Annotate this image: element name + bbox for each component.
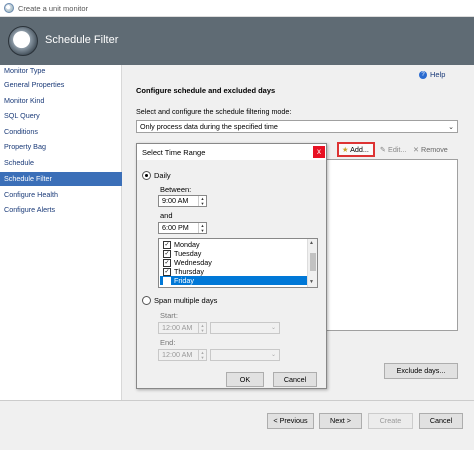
page-title: Schedule Filter	[45, 34, 119, 46]
between-time-value: 9:00 AM	[162, 196, 189, 205]
spin-arrows-icon[interactable]: ▲ ▼	[198, 323, 206, 333]
add-button[interactable]: ★ Add...	[337, 142, 375, 157]
start-time-picker[interactable]: 12:00 AM ▲ ▼	[158, 322, 207, 334]
spin-arrows-icon[interactable]: ▲ ▼	[198, 196, 206, 206]
dialog-close-button[interactable]: x	[313, 146, 325, 158]
add-label: Add...	[350, 145, 369, 154]
help-label: Help	[430, 70, 446, 79]
chevron-down-icon: ⌄	[270, 325, 276, 331]
spin-arrows-icon[interactable]: ▲ ▼	[198, 223, 206, 233]
day-item-tuesday[interactable]: ✓ Tuesday	[160, 249, 308, 258]
sidebar-item-configure-health[interactable]: Configure Health	[0, 188, 122, 202]
days-scrollbar[interactable]: ▲ ▼	[307, 239, 317, 287]
edit-button[interactable]: ✎ Edit...	[380, 145, 406, 154]
sidebar-item-schedule[interactable]: Schedule	[0, 156, 122, 170]
span-multiple-days-label: Span multiple days	[154, 296, 218, 305]
previous-button[interactable]: < Previous	[267, 413, 314, 429]
day-item-friday[interactable]: ✓ Friday	[160, 276, 308, 285]
time-range-list[interactable]	[325, 159, 458, 331]
wizard-header: Schedule Filter	[0, 17, 474, 65]
day-label: Tuesday	[174, 249, 202, 258]
filter-mode-value: Only process data during the specified t…	[140, 122, 278, 131]
days-checklist: ✓ Monday ✓ Tuesday ✓ Wednesday ✓ Thursday ✓ F…	[158, 238, 318, 288]
sidebar-item-schedule-filter[interactable]: Schedule Filter	[0, 172, 122, 186]
chevron-down-icon: ⌄	[448, 124, 454, 131]
next-button[interactable]: Next >	[319, 413, 362, 429]
span-multiple-days-radio[interactable]	[142, 296, 151, 305]
edit-icon: ✎	[380, 145, 387, 154]
add-icon: ★	[342, 145, 349, 154]
end-label: End:	[160, 338, 176, 347]
end-time-picker[interactable]: 12:00 AM ▲ ▼	[158, 349, 207, 361]
exclude-days-button[interactable]: Exclude days...	[384, 363, 458, 379]
cancel-button[interactable]: Cancel	[419, 413, 463, 429]
spin-arrows-icon[interactable]: ▲ ▼	[198, 350, 206, 360]
dialog-cancel-button[interactable]: Cancel	[273, 372, 317, 387]
ok-button[interactable]: OK	[226, 372, 264, 387]
mode-description: Select and configure the schedule filter…	[136, 107, 292, 116]
day-label: Thursday	[174, 267, 204, 276]
between-label: Between:	[160, 185, 192, 194]
daily-label: Daily	[154, 171, 171, 180]
dialog-title: Select Time Range	[142, 148, 206, 157]
checkbox-checked-icon[interactable]: ✓	[163, 250, 171, 258]
checkbox-checked-icon[interactable]: ✓	[163, 268, 171, 276]
remove-icon: ✕	[413, 145, 420, 154]
day-label: Wednesday	[174, 258, 212, 267]
help-icon: ?	[419, 71, 427, 80]
start-label: Start:	[160, 311, 178, 320]
sidebar-item-property-bag[interactable]: Property Bag	[0, 140, 122, 154]
day-label: Monday	[174, 240, 200, 249]
sidebar-item-general-properties[interactable]: General Properties	[0, 78, 122, 92]
start-day-select[interactable]: ⌄	[210, 322, 280, 334]
edit-label: Edit...	[388, 145, 407, 154]
between-time-picker[interactable]: 9:00 AM ▲ ▼	[158, 195, 207, 207]
start-time-value: 12:00 AM	[162, 323, 193, 332]
sidebar-item-configure-alerts[interactable]: Configure Alerts	[0, 203, 122, 217]
sidebar-item-sql-query[interactable]: SQL Query	[0, 109, 122, 123]
sidebar-item-monitor-type[interactable]: Monitor Type	[0, 64, 122, 78]
day-item-thursday[interactable]: ✓ Thursday	[160, 267, 308, 276]
remove-button[interactable]: ✕ Remove	[413, 145, 448, 154]
section-title: Configure schedule and excluded days	[136, 86, 276, 95]
wizard-logo-icon	[8, 26, 38, 56]
dialog-titlebar: Select Time Range	[137, 144, 326, 160]
filter-mode-select[interactable]: Only process data during the specified t…	[136, 120, 458, 133]
day-item-monday[interactable]: ✓ Monday	[160, 240, 308, 249]
window-titlebar: Create a unit monitor	[0, 0, 474, 17]
and-label: and	[160, 211, 173, 220]
daily-radio[interactable]	[142, 171, 151, 180]
scroll-thumb[interactable]	[310, 253, 316, 271]
day-label: Friday	[174, 276, 194, 285]
scroll-up-icon[interactable]: ▲	[309, 240, 314, 246]
end-time-value: 12:00 AM	[162, 350, 193, 359]
checkbox-checked-icon[interactable]: ✓	[163, 241, 171, 249]
app-icon	[4, 3, 14, 13]
help-link[interactable]: ? Help	[419, 70, 446, 80]
sidebar-item-conditions[interactable]: Conditions	[0, 125, 122, 139]
remove-label: Remove	[421, 145, 448, 154]
and-time-value: 6:00 PM	[162, 223, 189, 232]
create-button[interactable]: Create	[368, 413, 413, 429]
day-item-wednesday[interactable]: ✓ Wednesday	[160, 258, 308, 267]
checkbox-checked-icon[interactable]: ✓	[163, 259, 171, 267]
chevron-down-icon: ⌄	[270, 352, 276, 358]
end-day-select[interactable]: ⌄	[210, 349, 280, 361]
and-time-picker[interactable]: 6:00 PM ▲ ▼	[158, 222, 207, 234]
window-title: Create a unit monitor	[18, 4, 89, 13]
scroll-down-icon[interactable]: ▼	[309, 279, 314, 285]
checkbox-checked-icon[interactable]: ✓	[163, 277, 171, 285]
sidebar-item-monitor-kind[interactable]: Monitor Kind	[0, 94, 122, 108]
